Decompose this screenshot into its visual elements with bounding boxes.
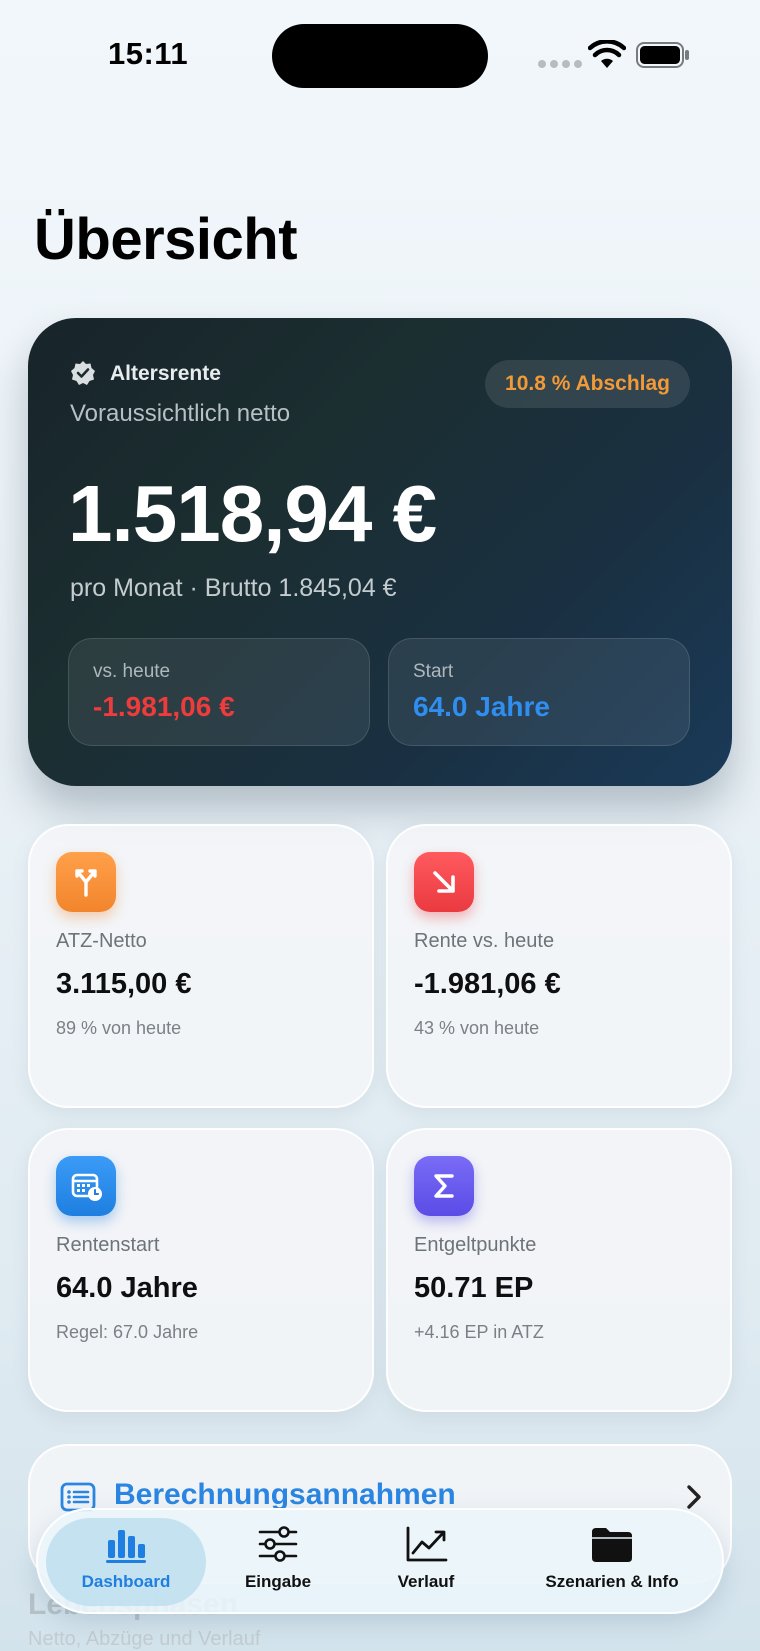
tab-verlauf[interactable]: Verlauf [356,1520,496,1606]
start-age-label: Start [413,661,454,682]
hero-subtitle: Voraussichtlich netto [70,400,291,427]
dynamic-island [272,24,488,88]
tile-value: 64.0 Jahre [56,1272,198,1304]
tab-label: Szenarien & Info [545,1572,679,1591]
tile-note: Regel: 67.0 Jahre [56,1322,199,1342]
tab-label: Eingabe [244,1572,312,1591]
chevron-right-icon [687,1485,701,1509]
tile-note: 89 % von heute [56,1018,182,1038]
sliders-icon [258,1526,298,1562]
net-pension-amount: 1.518,94 € [68,469,437,558]
trend-chart-icon [406,1526,448,1562]
page-title: Übersicht [34,207,298,272]
cellular-signal-icon [538,60,582,68]
vs-today-box: vs. heute -1.981,06 € [68,638,370,746]
tile-note: 43 % von heute [414,1018,540,1038]
arrow-down-right-icon [414,852,474,912]
pension-summary-card[interactable]: Altersrente Voraussichtlich netto 10.8 %… [28,318,732,786]
split-arrow-icon [56,852,116,912]
vs-today-value: -1.981,06 € [93,691,235,722]
tile-label: Rente vs. heute [414,930,555,952]
tile-value: -1.981,06 € [414,968,561,1000]
tile-label: Entgeltpunkte [414,1234,537,1256]
start-age-box: Start 64.0 Jahre [388,638,690,746]
deduction-badge: 10.8 % Abschlag [485,360,690,408]
tile-note: +4.16 EP in ATZ [414,1322,544,1342]
tile-entgeltpunkte[interactable]: Entgeltpunkte 50.71 EP +4.16 EP in ATZ [386,1128,732,1412]
status-time: 15:11 [108,36,189,71]
tile-value: 3.115,00 € [56,968,192,1000]
status-bar: 15:11 [0,0,760,110]
verified-badge-icon [71,361,95,385]
tile-atz-netto[interactable]: ATZ-Netto 3.115,00 € 89 % von heute [28,824,374,1108]
wifi-icon [588,40,626,68]
battery-icon [636,42,689,68]
assumptions-label: Berechnungsannahmen [114,1478,456,1511]
tile-rente-vs-heute[interactable]: Rente vs. heute -1.981,06 € 43 % von heu… [386,824,732,1108]
tile-label: Rentenstart [56,1234,160,1256]
tab-szenarien-info[interactable]: Szenarien & Info [512,1520,712,1606]
calendar-clock-icon [56,1156,116,1216]
folder-icon [592,1528,632,1562]
gross-detail: pro Monat · Brutto 1.845,04 € [70,574,397,602]
tile-rentenstart[interactable]: Rentenstart 64.0 Jahre Regel: 67.0 Jahre [28,1128,374,1412]
start-age-value: 64.0 Jahre [413,691,550,722]
pension-type: Altersrente [110,362,221,385]
tab-bar: Dashboard Eingabe Verlauf Szenarien & In… [36,1508,724,1614]
bar-chart-icon [106,1530,146,1563]
tab-eingabe[interactable]: Eingabe [218,1520,338,1606]
tile-label: ATZ-Netto [56,930,147,952]
tab-dashboard[interactable]: Dashboard [46,1520,206,1606]
sigma-icon [414,1156,474,1216]
tab-label: Dashboard [81,1572,171,1591]
vs-today-label: vs. heute [93,661,171,682]
section-subtitle: Netto, Abzüge und Verlauf [28,1628,261,1650]
tab-label: Verlauf [397,1572,455,1591]
tile-value: 50.71 EP [414,1272,534,1304]
